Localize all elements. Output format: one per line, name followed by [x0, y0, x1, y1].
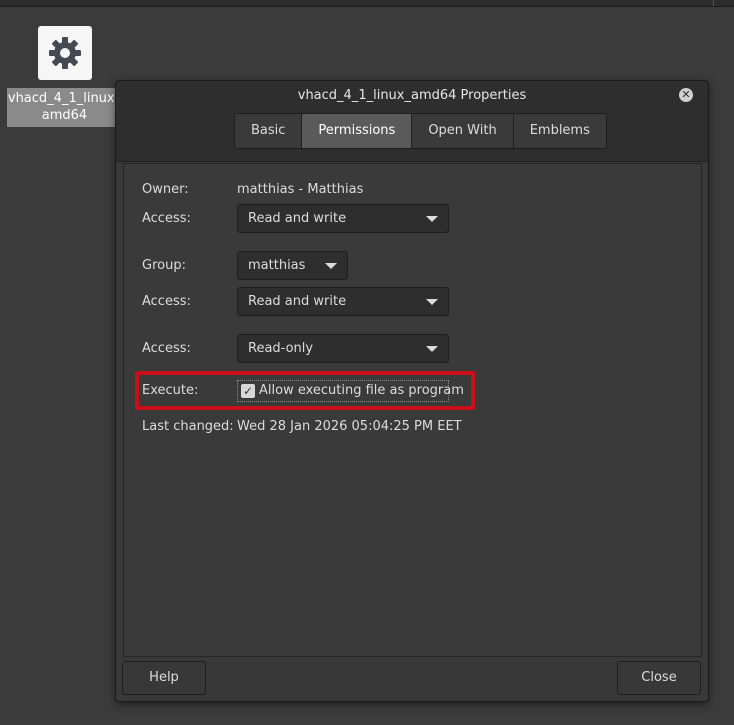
execute-highlight-box [135, 371, 475, 410]
others-access-label: Access: [142, 341, 191, 356]
desktop-icon-label-line2: amd64 [41, 108, 88, 123]
last-changed-value: Wed 28 Jan 2026 05:04:25 PM EET [237, 419, 462, 434]
last-changed-label: Last changed: [142, 419, 234, 434]
properties-dialog: vhacd_4_1_linux_amd64 Properties ✕ Basic… [115, 80, 709, 702]
desktop-icon-label-line1: vhacd_4_1_linux_ [7, 91, 122, 106]
tab-basic[interactable]: Basic [235, 114, 303, 148]
group-label: Group: [142, 258, 186, 273]
owner-access-value: Read and write [248, 211, 347, 226]
top-panel-strip [0, 0, 734, 7]
owner-label: Owner: [142, 182, 189, 197]
group-dropdown[interactable]: matthias [237, 251, 348, 280]
owner-access-label: Access: [142, 211, 191, 226]
group-access-dropdown[interactable]: Read and write [237, 287, 449, 316]
top-panel-separator [713, 0, 714, 6]
chevron-down-icon [325, 263, 337, 269]
group-access-value: Read and write [248, 294, 347, 309]
tab-emblems[interactable]: Emblems [513, 114, 606, 148]
dialog-title: vhacd_4_1_linux_amd64 Properties [297, 88, 527, 103]
close-button[interactable]: Close [617, 661, 701, 695]
group-access-label: Access: [142, 294, 191, 309]
tab-bar: Basic Permissions Open With Emblems [234, 113, 607, 149]
group-value: matthias [248, 258, 306, 273]
close-icon[interactable]: ✕ [679, 88, 693, 102]
chevron-down-icon [426, 216, 438, 222]
chevron-down-icon [426, 299, 438, 305]
chevron-down-icon [426, 346, 438, 352]
dialog-titlebar[interactable]: vhacd_4_1_linux_amd64 Properties ✕ Basic… [116, 81, 708, 162]
owner-value: matthias - Matthias [237, 182, 364, 197]
others-access-value: Read-only [248, 341, 314, 356]
others-access-dropdown[interactable]: Read-only [237, 334, 449, 363]
desktop-icon-label: vhacd_4_1_linux_ amd64 [7, 88, 122, 127]
tab-permissions[interactable]: Permissions [302, 114, 413, 148]
owner-access-dropdown[interactable]: Read and write [237, 204, 449, 233]
permissions-panel: Owner: matthias - Matthias Access: Read … [123, 163, 702, 657]
gear-icon [38, 26, 92, 80]
help-button[interactable]: Help [122, 661, 206, 695]
tab-open-with[interactable]: Open With [412, 114, 514, 148]
